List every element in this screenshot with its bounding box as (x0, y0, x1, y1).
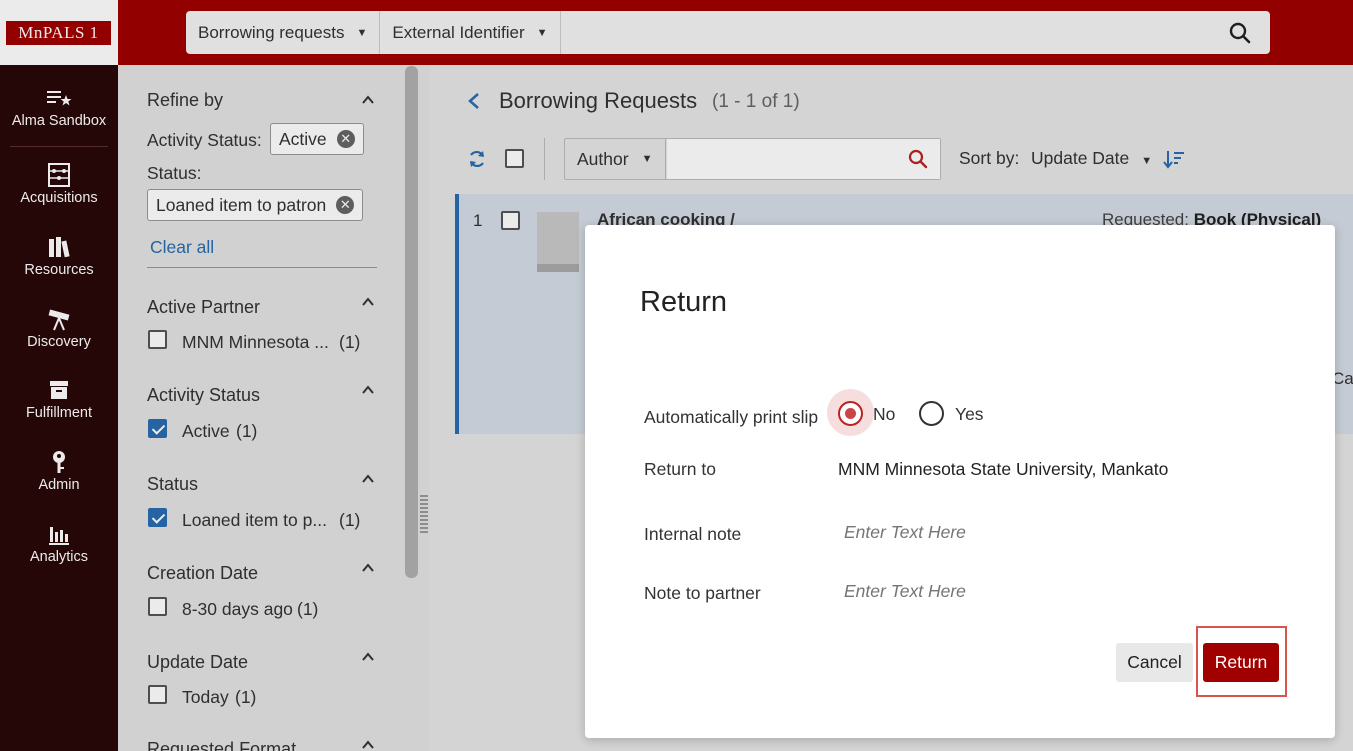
return-to-label: Return to (644, 459, 716, 479)
dialog-title: Return (640, 286, 728, 318)
return-button[interactable]: Return (1203, 643, 1279, 682)
print-slip-label: Automatically print slip (644, 407, 819, 427)
radio-no[interactable] (838, 401, 863, 426)
internal-note-input[interactable] (844, 522, 1244, 543)
cancel-button[interactable]: Cancel (1116, 643, 1193, 682)
radio-yes-label[interactable]: Yes (955, 404, 984, 425)
return-to-value: MNM Minnesota State University, Mankato (838, 459, 1169, 479)
internal-note-label: Internal note (644, 524, 742, 544)
partner-note-input[interactable] (844, 581, 1244, 602)
radio-no-label[interactable]: No (873, 404, 895, 425)
partner-note-label: Note to partner (644, 583, 761, 603)
radio-yes[interactable] (919, 401, 944, 426)
